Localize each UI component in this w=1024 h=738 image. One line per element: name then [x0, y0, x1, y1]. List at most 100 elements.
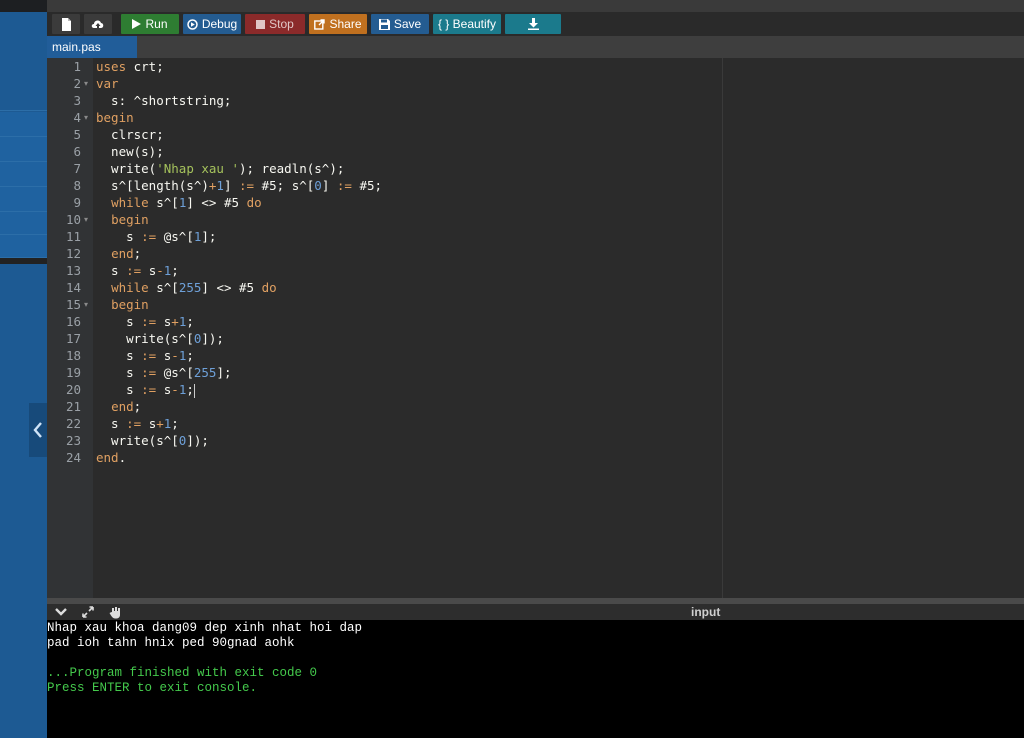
line-number: 17: [65, 331, 81, 346]
line-number: 3: [73, 93, 81, 108]
code-line[interactable]: while s^[255] <> #5 do: [96, 279, 277, 296]
code-line[interactable]: s := s+1;: [96, 313, 194, 330]
console-output[interactable]: Nhap xau khoa dang09 dep xinh nhat hoi d…: [47, 620, 1024, 738]
run-label: Run: [145, 17, 168, 31]
line-number: 7: [73, 161, 81, 176]
code-line[interactable]: begin: [96, 296, 149, 313]
code-line[interactable]: s := s+1;: [96, 415, 179, 432]
code-line[interactable]: end.: [96, 449, 126, 466]
line-number: 4: [73, 110, 81, 125]
share-icon: [314, 18, 326, 30]
console-input-label: input: [691, 605, 721, 619]
sidebar-item[interactable]: [0, 187, 47, 212]
line-number: 19: [65, 365, 81, 380]
stop-label: Stop: [269, 17, 294, 31]
tab-bar: main.pas: [47, 36, 1024, 58]
interactive-console-button[interactable]: [107, 605, 123, 619]
chevron-left-icon: [33, 422, 42, 438]
line-number: 9: [73, 195, 81, 210]
floppy-disk-icon: [378, 18, 390, 30]
code-line[interactable]: var: [96, 75, 119, 92]
tab-main-pas[interactable]: main.pas: [47, 36, 137, 58]
line-number: 23: [65, 433, 81, 448]
new-file-button[interactable]: [52, 14, 80, 34]
collapse-console-button[interactable]: [53, 605, 69, 619]
stop-icon: [256, 19, 266, 29]
code-line[interactable]: while s^[1] <> #5 do: [96, 194, 262, 211]
debug-label: Debug: [201, 17, 238, 31]
debug-button[interactable]: Debug: [183, 14, 241, 34]
console-exit-prompt: Press ENTER to exit console.: [47, 681, 258, 695]
share-button[interactable]: Share: [309, 14, 367, 34]
code-line[interactable]: s := @s^[1];: [96, 228, 216, 245]
console-header: input: [47, 604, 1024, 620]
sidebar-item[interactable]: [0, 235, 47, 258]
line-number: 6: [73, 144, 81, 159]
sidebar-item[interactable]: [0, 74, 47, 111]
code-line[interactable]: s := s-1;: [96, 262, 179, 279]
sidebar-item[interactable]: [0, 137, 47, 162]
download-button[interactable]: [505, 14, 561, 34]
left-sidebar: [0, 0, 47, 738]
expand-console-button[interactable]: [80, 605, 96, 619]
line-number: 8: [73, 178, 81, 193]
code-line[interactable]: begin: [96, 211, 149, 228]
line-number: 21: [65, 399, 81, 414]
code-line[interactable]: write(s^[0]);: [96, 432, 209, 449]
chevron-down-icon: [55, 608, 67, 616]
save-button[interactable]: Save: [371, 14, 429, 34]
code-line[interactable]: clrscr;: [96, 126, 164, 143]
code-line[interactable]: s := s-1;: [96, 347, 194, 364]
console-line: Nhap xau khoa dang09 dep xinh nhat hoi d…: [47, 621, 363, 635]
code-line[interactable]: write('Nhap xau '); readln(s^);: [96, 160, 344, 177]
code-line[interactable]: s := s-1;: [96, 381, 195, 398]
code-line[interactable]: begin: [96, 109, 134, 126]
line-number: 1: [73, 59, 81, 74]
collapse-sidebar-button[interactable]: [29, 403, 47, 457]
download-icon: [527, 18, 539, 30]
fold-toggle-icon[interactable]: ▾: [84, 296, 88, 313]
beautify-label: { } Beautify: [437, 17, 497, 31]
code-line[interactable]: end;: [96, 398, 141, 415]
line-number: 13: [65, 263, 81, 278]
line-number: 24: [65, 450, 81, 465]
code-line[interactable]: s: ^shortstring;: [96, 92, 231, 109]
toolbar: Run Debug Stop Share Save { } Beautify: [47, 12, 1024, 36]
line-number: 5: [73, 127, 81, 142]
fold-toggle-icon[interactable]: ▾: [84, 211, 88, 228]
line-number: 20: [65, 382, 81, 397]
code-editor[interactable]: 1 2 ▾ 3 4 ▾ 5 6 7 8 9 10 ▾ 11 12 13 14 15 ▾ 16 17 18 19 20 21 22 2…: [47, 58, 1024, 598]
line-number-gutter: 1 2 ▾ 3 4 ▾ 5 6 7 8 9 10 ▾ 11 12 13 14 15 ▾ 16 17 18 19 20 21 22 2…: [47, 58, 93, 598]
line-number: 10: [65, 212, 81, 227]
sidebar-item[interactable]: [0, 162, 47, 187]
code-line[interactable]: new(s);: [96, 143, 164, 160]
code-line[interactable]: uses crt;: [96, 58, 164, 75]
sidebar-item[interactable]: [0, 212, 47, 235]
fold-toggle-icon[interactable]: ▾: [84, 109, 88, 126]
file-icon: [61, 17, 71, 31]
fold-toggle-icon[interactable]: ▾: [84, 75, 88, 92]
play-icon: [132, 19, 142, 29]
upload-button[interactable]: [84, 14, 112, 34]
code-line[interactable]: end;: [96, 245, 141, 262]
code-line[interactable]: s := @s^[255];: [96, 364, 231, 381]
print-margin: [722, 58, 723, 598]
line-number: 18: [65, 348, 81, 363]
stop-button[interactable]: Stop: [245, 14, 305, 34]
console-exit-message: ...Program finished with exit code 0: [47, 666, 318, 680]
share-label: Share: [329, 17, 362, 31]
sidebar-top-strip: [0, 0, 47, 12]
text-cursor: [193, 383, 195, 398]
beautify-button[interactable]: { } Beautify: [433, 14, 501, 34]
run-button[interactable]: Run: [121, 14, 179, 34]
console-line: pad ioh tahn hnix ped 90gnad aohk: [47, 636, 295, 650]
code-line[interactable]: write(s^[0]);: [96, 330, 224, 347]
code-line[interactable]: s^[length(s^)+1] := #5; s^[0] := #5;: [96, 177, 382, 194]
sidebar-divider: [0, 258, 47, 264]
line-number: 12: [65, 246, 81, 261]
line-number: 22: [65, 416, 81, 431]
sidebar-item[interactable]: [0, 112, 47, 137]
debug-icon: [187, 18, 198, 30]
expand-icon: [82, 606, 94, 618]
line-number: 11: [65, 229, 81, 244]
